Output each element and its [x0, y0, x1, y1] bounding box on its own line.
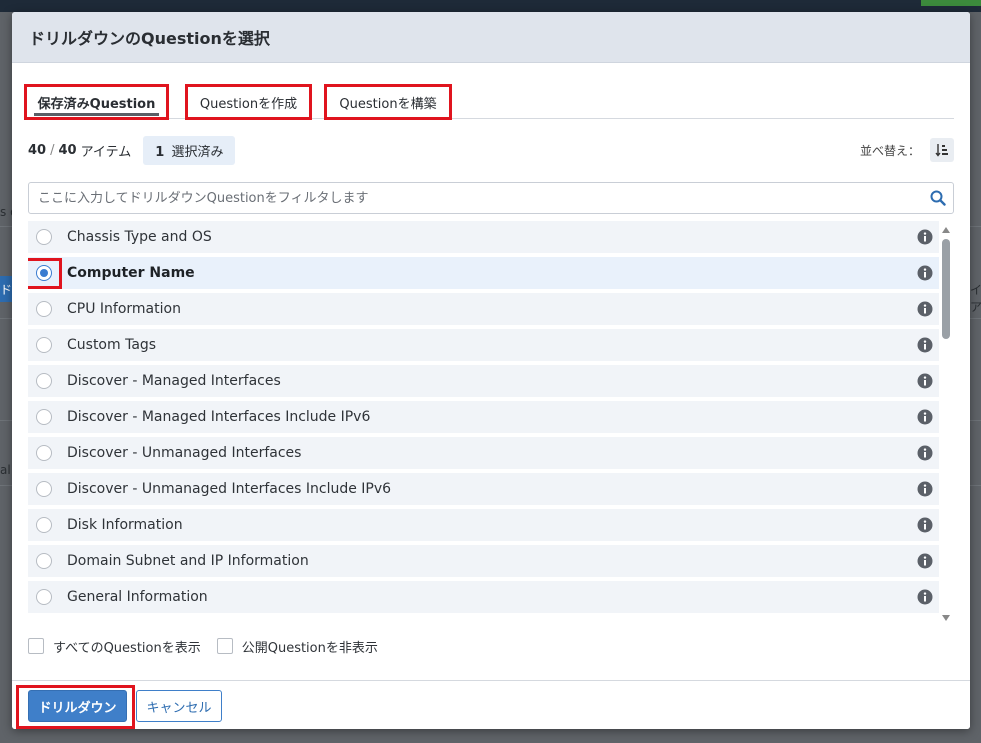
hide-public-questions-option[interactable]: 公開Questionを非表示: [216, 637, 378, 656]
list-item[interactable]: Chassis Type and OS: [28, 221, 939, 253]
tab-build-question[interactable]: Questionを構築: [324, 84, 452, 120]
list-item[interactable]: Custom Tags: [28, 329, 939, 361]
scroll-thumb[interactable]: [942, 239, 950, 339]
list-item[interactable]: Discover - Managed Interfaces: [28, 365, 939, 397]
list-item-radio[interactable]: [36, 481, 52, 497]
info-icon[interactable]: [917, 445, 933, 461]
show-all-questions-option[interactable]: すべてのQuestionを表示: [28, 637, 201, 656]
background-green-button: [921, 0, 981, 6]
list-item-radio[interactable]: [36, 373, 52, 389]
count-separator: /: [50, 142, 55, 158]
list-item-radio[interactable]: [36, 517, 52, 533]
drilldown-button[interactable]: ドリルダウン: [28, 690, 127, 722]
scroll-down-arrow-icon[interactable]: [942, 615, 950, 621]
list-item-radio[interactable]: [36, 553, 52, 569]
list-item[interactable]: Computer Name: [28, 257, 939, 289]
selected-badge[interactable]: 1 選択済み: [143, 135, 236, 165]
list-item-label: Computer Name: [67, 265, 195, 281]
question-list: Chassis Type and OS Computer Name CPU Info…: [28, 221, 939, 621]
list-item[interactable]: CPU Information: [28, 293, 939, 325]
sort-icon: [935, 144, 948, 157]
selected-label: 選択済み: [171, 144, 224, 160]
shown-count: 40: [28, 142, 47, 158]
hide-public-questions-label: 公開Questionを非表示: [241, 640, 378, 656]
background-label: イア: [970, 283, 981, 314]
list-item[interactable]: General Information: [28, 581, 939, 613]
list-item-radio[interactable]: [36, 301, 52, 317]
dialog-title: ドリルダウンのQuestionを選択: [12, 12, 970, 63]
list-item[interactable]: Disk Information: [28, 509, 939, 541]
info-icon[interactable]: [917, 409, 933, 425]
background-label: al: [0, 463, 11, 477]
search-icon[interactable]: [923, 183, 953, 213]
tab-create-question[interactable]: Questionを作成: [185, 84, 312, 120]
question-select-dialog: ドリルダウンのQuestionを選択 保存済みQuestion Question…: [12, 12, 970, 729]
count-unit: アイテム: [80, 144, 132, 160]
list-item[interactable]: Discover - Unmanaged Interfaces Include …: [28, 473, 939, 505]
selected-count: 1: [155, 144, 165, 160]
info-icon[interactable]: [917, 265, 933, 281]
list-item-radio[interactable]: [36, 337, 52, 353]
list-item-label: Domain Subnet and IP Information: [67, 553, 309, 569]
hide-public-questions-checkbox[interactable]: [216, 638, 233, 654]
list-item-label: General Information: [67, 589, 208, 605]
total-count: 40: [58, 142, 77, 158]
list-item[interactable]: Domain Subnet and IP Information: [28, 545, 939, 577]
list-item-radio[interactable]: [36, 229, 52, 245]
item-count: 40 / 40 アイテム 1 選択済み: [28, 135, 236, 165]
list-item-label: CPU Information: [67, 301, 181, 317]
info-icon[interactable]: [917, 553, 933, 569]
list-item-label: Chassis Type and OS: [67, 229, 212, 245]
info-icon[interactable]: [917, 301, 933, 317]
search-box: [28, 182, 954, 214]
sort-button[interactable]: [930, 138, 954, 162]
tab-bar: 保存済みQuestion Questionを作成 Questionを構築: [24, 84, 954, 120]
list-item[interactable]: Discover - Managed Interfaces Include IP…: [28, 401, 939, 433]
info-icon[interactable]: [917, 589, 933, 605]
sort-control: 並べ替え：: [860, 137, 954, 163]
tab-saved-question[interactable]: 保存済みQuestion: [24, 84, 169, 120]
list-item-label: Custom Tags: [67, 337, 157, 353]
dialog-footer: ドリルダウン キャンセル: [12, 680, 970, 729]
background-topbar: [0, 0, 981, 12]
list-item-label: Disk Information: [67, 517, 183, 533]
info-icon[interactable]: [917, 337, 933, 353]
list-item-radio[interactable]: [36, 445, 52, 461]
filter-options: すべてのQuestionを表示 公開Questionを非表示: [28, 636, 394, 656]
show-all-questions-label: すべてのQuestionを表示: [53, 640, 201, 656]
list-item-label: Discover - Unmanaged Interfaces Include …: [67, 481, 392, 497]
list-item-label: Discover - Managed Interfaces: [67, 373, 281, 389]
scroll-up-arrow-icon[interactable]: [942, 227, 950, 233]
show-all-questions-checkbox[interactable]: [28, 638, 44, 654]
sort-label: 並べ替え：: [859, 143, 920, 158]
info-icon[interactable]: [917, 517, 933, 533]
list-item[interactable]: Discover - Unmanaged Interfaces: [28, 437, 939, 469]
list-item-radio[interactable]: [36, 409, 52, 425]
list-scrollbar[interactable]: [939, 221, 954, 621]
list-item-label: Discover - Managed Interfaces Include IP…: [67, 409, 371, 425]
annotation-highlight: [28, 258, 62, 289]
cancel-button[interactable]: キャンセル: [136, 690, 222, 722]
info-icon[interactable]: [917, 229, 933, 245]
info-icon[interactable]: [917, 481, 933, 497]
list-item-radio[interactable]: [36, 589, 52, 605]
info-icon[interactable]: [917, 373, 933, 389]
list-item-label: Discover - Unmanaged Interfaces: [67, 445, 302, 461]
search-input[interactable]: [29, 183, 923, 213]
